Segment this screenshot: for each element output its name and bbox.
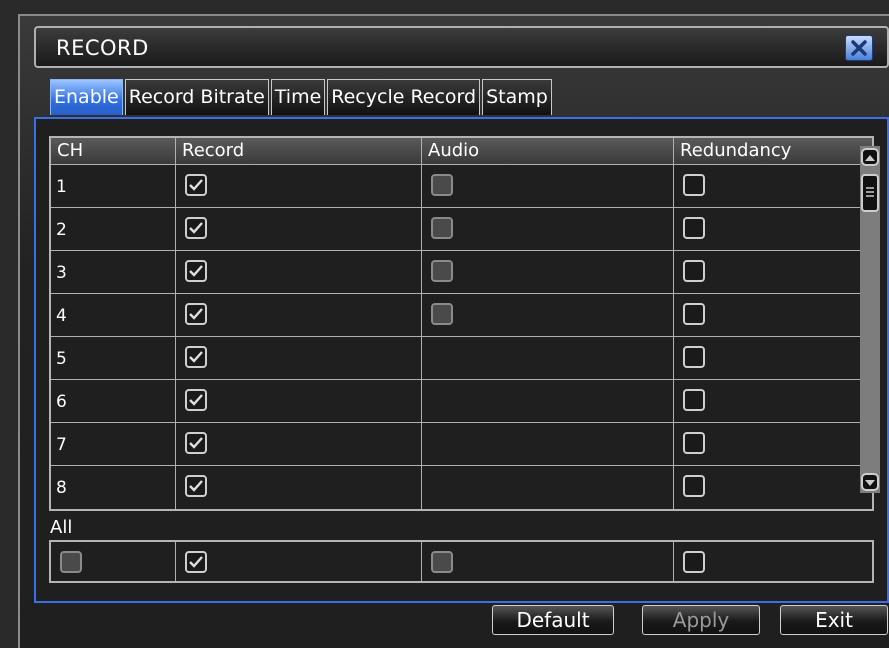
table-header: CH Record Audio Redundancy — [51, 138, 872, 165]
tab-recycle-record[interactable]: Recycle Record — [327, 79, 481, 115]
audio-checkbox[interactable] — [431, 260, 453, 282]
grip-icon — [866, 187, 874, 197]
checkmark-icon — [189, 265, 203, 277]
channel-number: 7 — [56, 435, 67, 455]
channel-number: 3 — [56, 263, 67, 283]
all-redundancy-checkbox[interactable] — [683, 551, 705, 573]
checkmark-icon — [189, 179, 203, 191]
redundancy-checkbox[interactable] — [683, 389, 705, 411]
channel-number: 4 — [56, 306, 67, 326]
checkmark-icon — [189, 222, 203, 234]
channel-number: 2 — [56, 220, 67, 240]
channel-number: 5 — [56, 349, 67, 369]
window-title: RECORD — [56, 36, 149, 60]
record-checkbox[interactable] — [185, 346, 207, 368]
table-row: 3 — [51, 251, 872, 294]
exit-button[interactable]: Exit — [780, 605, 888, 635]
checkmark-icon — [189, 351, 203, 363]
close-icon — [851, 40, 867, 56]
chevron-up-icon — [865, 155, 875, 161]
record-checkbox[interactable] — [185, 389, 207, 411]
all-audio-checkbox[interactable] — [431, 551, 453, 573]
table-row: 5 — [51, 337, 872, 380]
checkmark-icon — [189, 480, 203, 492]
column-header-redundancy: Redundancy — [680, 140, 792, 161]
vertical-scrollbar[interactable] — [860, 146, 880, 493]
close-button[interactable] — [845, 35, 873, 61]
checkmark-icon — [189, 437, 203, 449]
enable-panel: CH Record Audio Redundancy 1 2 3 4 5 6 7 8 All — [34, 117, 889, 603]
default-button[interactable]: Default — [492, 605, 614, 635]
all-ch-checkbox[interactable] — [60, 551, 82, 573]
table-row: 8 — [51, 466, 872, 509]
redundancy-checkbox[interactable] — [683, 475, 705, 497]
chevron-down-icon — [865, 480, 875, 486]
all-label: All — [50, 517, 73, 538]
channel-table: CH Record Audio Redundancy 1 2 3 4 5 6 7 8 — [49, 136, 874, 511]
scroll-thumb[interactable] — [861, 174, 879, 212]
record-checkbox[interactable] — [185, 174, 207, 196]
all-record-checkbox[interactable] — [185, 551, 207, 573]
record-window: RECORD Enable Record Bitrate Time Recycl… — [18, 14, 889, 648]
tab-record-bitrate[interactable]: Record Bitrate — [124, 79, 269, 115]
redundancy-checkbox[interactable] — [683, 260, 705, 282]
record-checkbox[interactable] — [185, 260, 207, 282]
table-row: 1 — [51, 165, 872, 208]
channel-number: 1 — [56, 177, 67, 197]
record-checkbox[interactable] — [185, 303, 207, 325]
record-checkbox[interactable] — [185, 217, 207, 239]
column-header-record: Record — [176, 138, 422, 164]
table-row: 6 — [51, 380, 872, 423]
redundancy-checkbox[interactable] — [683, 346, 705, 368]
table-row: 4 — [51, 294, 872, 337]
record-checkbox[interactable] — [185, 475, 207, 497]
table-row: 7 — [51, 423, 872, 466]
tab-enable[interactable]: Enable — [50, 79, 123, 115]
all-row — [49, 540, 874, 583]
channel-number: 6 — [56, 392, 67, 412]
tab-stamp[interactable]: Stamp — [482, 79, 552, 115]
tab-time[interactable]: Time — [270, 79, 326, 115]
table-row: 2 — [51, 208, 872, 251]
column-header-audio: Audio — [422, 138, 674, 164]
column-header-ch: CH — [51, 138, 176, 164]
audio-checkbox[interactable] — [431, 174, 453, 196]
redundancy-checkbox[interactable] — [683, 174, 705, 196]
checkmark-icon — [189, 308, 203, 320]
audio-checkbox[interactable] — [431, 303, 453, 325]
record-checkbox[interactable] — [185, 432, 207, 454]
scroll-up-button[interactable] — [861, 148, 879, 166]
audio-checkbox[interactable] — [431, 217, 453, 239]
redundancy-checkbox[interactable] — [683, 217, 705, 239]
checkmark-icon — [189, 394, 203, 406]
apply-button[interactable]: Apply — [642, 605, 760, 635]
scroll-down-button[interactable] — [861, 473, 879, 491]
title-bar: RECORD — [34, 26, 889, 68]
checkmark-icon — [189, 556, 203, 568]
tab-bar: Enable Record Bitrate Time Recycle Recor… — [50, 79, 554, 115]
redundancy-checkbox[interactable] — [683, 303, 705, 325]
channel-number: 8 — [56, 478, 67, 498]
redundancy-checkbox[interactable] — [683, 432, 705, 454]
